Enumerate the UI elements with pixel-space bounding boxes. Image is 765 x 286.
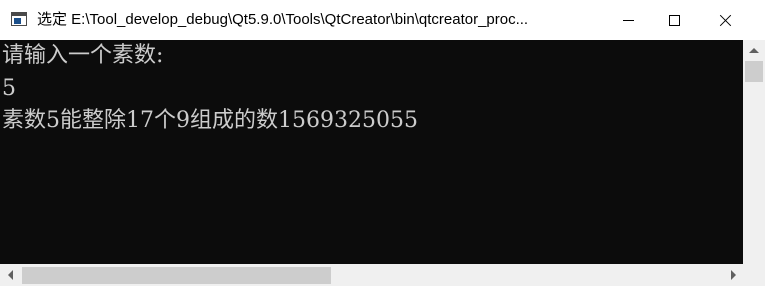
- console-window: 选定 E:\Tool_develop_debug\Qt5.9.0\Tools\Q…: [0, 0, 765, 286]
- horizontal-scrollbar[interactable]: [0, 264, 743, 286]
- scroll-up-button[interactable]: [743, 40, 765, 60]
- maximize-icon: [668, 14, 680, 26]
- close-button[interactable]: [703, 0, 749, 40]
- horizontal-scroll-thumb[interactable]: [22, 267, 331, 284]
- minimize-button[interactable]: [605, 0, 651, 40]
- scroll-right-button[interactable]: [723, 264, 743, 286]
- close-icon: [720, 14, 732, 26]
- vertical-scrollbar[interactable]: [743, 40, 765, 264]
- arrow-right-icon: [730, 270, 736, 280]
- scrollbar-corner: [743, 264, 765, 286]
- minimize-icon: [622, 19, 634, 21]
- vertical-scroll-thumb[interactable]: [745, 61, 763, 82]
- console-output[interactable]: 请输入一个素数: 5 素数5能整除17个9组成的数1569325055: [0, 40, 743, 264]
- scroll-left-button[interactable]: [0, 264, 20, 286]
- maximize-button[interactable]: [651, 0, 697, 40]
- console-line-input: 5: [2, 76, 16, 101]
- console-app-icon[interactable]: [11, 12, 27, 26]
- console-line-result: 素数5能整除17个9组成的数1569325055: [2, 108, 418, 133]
- arrow-left-icon: [7, 270, 13, 280]
- console-line-prompt: 请输入一个素数:: [2, 43, 164, 68]
- window-title: 选定 E:\Tool_develop_debug\Qt5.9.0\Tools\Q…: [37, 11, 529, 28]
- arrow-up-icon: [749, 47, 759, 53]
- title-bar[interactable]: 选定 E:\Tool_develop_debug\Qt5.9.0\Tools\Q…: [0, 0, 765, 40]
